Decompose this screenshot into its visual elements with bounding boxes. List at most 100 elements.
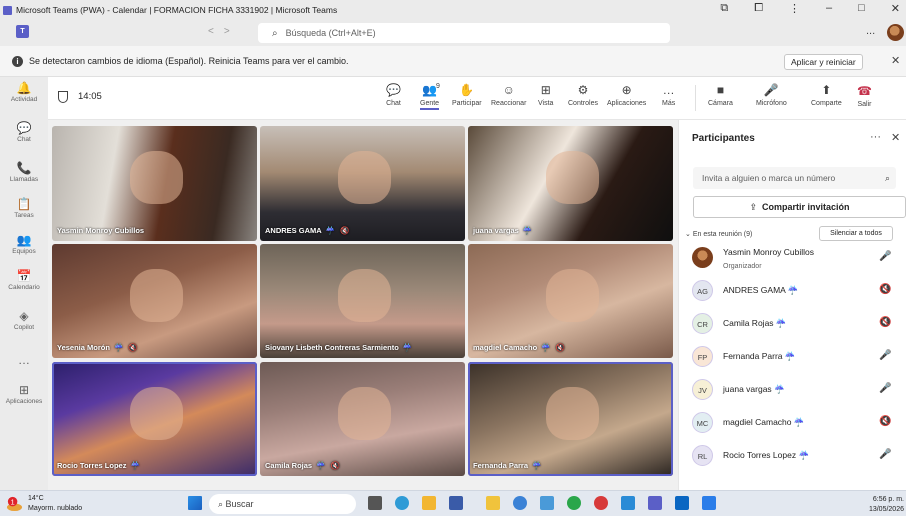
windows-start-icon[interactable] — [188, 496, 202, 510]
rail-copilot[interactable]: ◈ Copilot — [0, 309, 48, 331]
device-icon: ☔ — [402, 343, 413, 352]
share-invite-button[interactable]: ⇪ Compartir invitación — [693, 196, 906, 218]
people-button[interactable]: 👥 9 Gente — [420, 82, 440, 110]
task-view-icon[interactable] — [368, 496, 382, 510]
mute-all-button[interactable]: Silenciar a todos — [819, 226, 893, 241]
panel-more-icon[interactable]: ··· — [870, 131, 881, 143]
mic-muted-icon[interactable]: 🔇 — [879, 284, 891, 295]
mic-muted-icon: 🔇 — [555, 343, 565, 352]
view-button[interactable]: ⊞ Vista — [538, 82, 553, 107]
nav-arrows[interactable]: <> — [208, 26, 240, 37]
whatsapp-icon[interactable] — [567, 496, 581, 510]
mic-icon[interactable]: 🎤 — [879, 383, 891, 394]
system-clock[interactable]: 6:56 p. m. 13/05/2026 — [860, 495, 904, 515]
participant-avatar: JV — [692, 379, 713, 400]
video-tile[interactable]: Camila Rojas ☔ 🔇 — [260, 362, 465, 476]
mic-muted-icon[interactable]: 🔇 — [879, 317, 891, 328]
bell-icon: 🔔 — [16, 81, 32, 95]
app3-icon[interactable] — [702, 496, 716, 510]
weather-widget[interactable]: 14°C Mayorm. nublado — [28, 494, 82, 514]
mic-muted-icon: 🔇 — [340, 226, 350, 235]
pwa-icon[interactable]: ⧉ — [720, 2, 728, 15]
mic-button[interactable]: 🎤 Micrófono — [756, 82, 787, 107]
window-controls: ⧉ ⧠ ⋮ – □ ✕ — [720, 2, 900, 15]
video-tile[interactable]: juana vargas ☔ — [468, 126, 673, 241]
tile-name: ANDRES GAMA ☔ 🔇 — [265, 226, 349, 235]
camera-button[interactable]: ■ Cámara — [708, 82, 733, 107]
linkedin-icon[interactable] — [675, 496, 689, 510]
close-icon[interactable]: ✕ — [891, 54, 900, 67]
app-icon[interactable] — [486, 496, 500, 510]
video-tile[interactable]: Fernanda Parra ☔ — [468, 362, 673, 476]
in-meeting-section-header[interactable]: ⌄ En esta reunión (9) — [685, 230, 752, 238]
language-notice-bar: i Se detectaron cambios de idioma (Españ… — [0, 46, 906, 77]
rail-teams[interactable]: 👥 Equipos — [0, 233, 48, 255]
video-tile[interactable]: Yasmin Monroy Cubillos — [52, 126, 257, 241]
participant-row[interactable]: RL Rocio Torres Lopez ☔ 🎤 — [691, 442, 901, 474]
participant-row[interactable]: JV juana vargas ☔ 🎤 — [691, 376, 901, 408]
app2-icon[interactable] — [621, 496, 635, 510]
more-options-icon[interactable]: ... — [866, 25, 875, 37]
video-tile[interactable]: ANDRES GAMA ☔ 🔇 — [260, 126, 465, 241]
file-explorer-icon[interactable] — [422, 496, 436, 510]
maximize-button[interactable]: □ — [858, 2, 865, 15]
rail-chat[interactable]: 💬 Chat — [0, 121, 48, 143]
raise-hand-button[interactable]: ✋ Participar — [452, 82, 482, 107]
participant-row[interactable]: MC magdiel Camacho ☔ 🔇 — [691, 409, 901, 441]
rail-tasks[interactable]: 📋 Tareas — [0, 197, 48, 219]
apps-label: Aplicaciones — [607, 100, 647, 107]
mic-icon[interactable]: 🎤 — [879, 251, 891, 262]
rail-calendar[interactable]: 📅 Calendario — [0, 269, 48, 291]
notice-text: Se detectaron cambios de idioma (Español… — [29, 56, 349, 66]
tile-name-text: juana vargas — [473, 226, 519, 235]
close-window-button[interactable]: ✕ — [891, 2, 900, 15]
panel-close-icon[interactable]: ✕ — [891, 131, 900, 144]
rail-activity[interactable]: 🔔 Actividad — [0, 81, 48, 103]
edge-icon[interactable] — [395, 496, 409, 510]
rail-more[interactable]: … — [0, 353, 48, 368]
device-icon: ☔ — [113, 343, 124, 352]
more-button[interactable]: … Más — [662, 82, 675, 107]
store-icon[interactable] — [449, 496, 463, 510]
apps-button[interactable]: ⊕ Aplicaciones — [607, 82, 646, 107]
video-tile[interactable]: Siovany Lisbeth Contreras Sarmiento ☔ — [260, 244, 465, 358]
info-icon: i — [12, 55, 23, 67]
view-icon: ⊞ — [540, 83, 551, 97]
chat-button[interactable]: 💬 Chat — [386, 82, 401, 107]
search-box[interactable]: ⌕ Búsqueda (Ctrl+Alt+E) — [258, 23, 670, 43]
device-icon: ☔ — [532, 461, 542, 470]
video-tile[interactable]: Rocio Torres Lopez ☔ — [52, 362, 257, 476]
mic-icon[interactable]: 🎤 — [879, 350, 891, 361]
invite-input[interactable]: Invita a alguien o marca un número ⌕ — [693, 167, 896, 189]
share-button[interactable]: ⬆ Comparte — [811, 82, 842, 107]
chrome-icon[interactable] — [513, 496, 527, 510]
video-tile[interactable]: magdiel Camacho ☔ 🔇 — [468, 244, 673, 358]
participant-row[interactable]: FP Fernanda Parra ☔ 🎤 — [691, 343, 901, 375]
participant-avatar: MC — [692, 412, 713, 433]
participant-name: Rocio Torres Lopez ☔ — [723, 450, 810, 460]
rail-apps[interactable]: ⊞ Aplicaciones — [0, 383, 48, 405]
menu-icon[interactable]: ⋮ — [789, 2, 800, 15]
participant-face — [129, 151, 184, 205]
mail-icon[interactable] — [540, 496, 554, 510]
taskbar-search[interactable]: ⌕ Buscar — [209, 494, 356, 514]
leave-button[interactable]: ☎ Salir — [857, 83, 872, 108]
device-icon: ☔ — [541, 343, 551, 352]
participant-row[interactable]: AG ANDRES GAMA ☔ 🔇 — [691, 277, 901, 309]
opera-icon[interactable] — [594, 496, 608, 510]
participant-row[interactable]: CR Camila Rojas ☔ 🔇 — [691, 310, 901, 342]
teams-taskbar-icon[interactable] — [648, 496, 662, 510]
apply-restart-button[interactable]: Aplicar y reiniciar — [784, 54, 863, 70]
mic-icon[interactable]: 🎤 — [879, 449, 891, 460]
participant-row[interactable]: Yasmin Monroy Cubillos Organizador 🎤 — [691, 244, 901, 276]
minimize-button[interactable]: – — [826, 2, 832, 15]
camera-label: Cámara — [708, 100, 733, 107]
rail-calls[interactable]: 📞 Llamadas — [0, 161, 48, 183]
mic-muted-icon[interactable]: 🔇 — [879, 416, 891, 427]
profile-avatar[interactable] — [887, 24, 904, 41]
extensions-icon[interactable]: ⧠ — [754, 2, 763, 15]
controls-button[interactable]: ⚙ Controles — [568, 82, 598, 107]
react-button[interactable]: ☺ Reaccionar — [491, 82, 526, 107]
video-tile[interactable]: Yesenia Morón ☔ 🔇 — [52, 244, 257, 358]
rail-label: Tareas — [14, 212, 34, 219]
